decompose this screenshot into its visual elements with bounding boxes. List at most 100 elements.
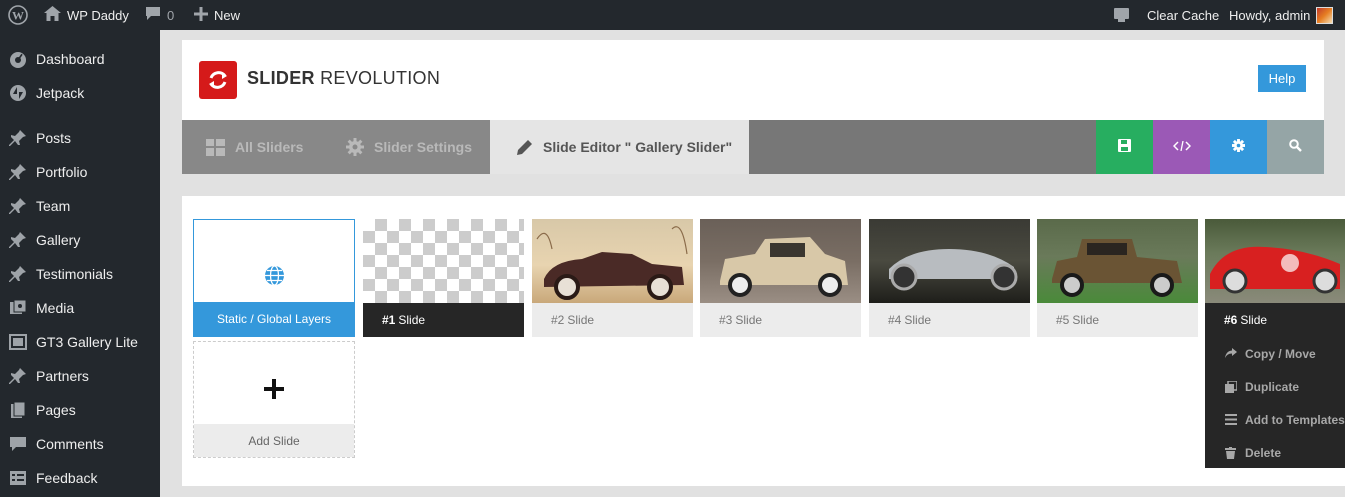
- pages-icon: [8, 400, 28, 420]
- tab-all-sliders[interactable]: All Sliders: [206, 120, 303, 174]
- delete-label: Delete: [1245, 445, 1282, 460]
- slide-3-card[interactable]: #3 Slide: [700, 219, 861, 337]
- site-name-link[interactable]: WP Daddy: [44, 0, 129, 30]
- slide-context-menu: Copy / Move Duplicate Add to Templates D…: [1205, 336, 1345, 468]
- clear-cache-icon[interactable]: [1113, 0, 1130, 30]
- tab-slider-settings[interactable]: Slider Settings: [346, 120, 472, 174]
- comment-bubble-icon: [145, 6, 161, 24]
- slide-1-card[interactable]: #1 Slide: [363, 219, 524, 337]
- slide-number: #5: [1056, 313, 1070, 327]
- pin-icon: [8, 230, 28, 250]
- code-icon: [1172, 140, 1191, 154]
- sidebar-item-posts[interactable]: Posts: [0, 121, 160, 155]
- slide-6-card[interactable]: #6 Slide: [1205, 219, 1345, 337]
- slider-revolution-logo-icon: [199, 61, 237, 99]
- plus-icon: [194, 6, 208, 24]
- preview-search-button[interactable]: [1267, 120, 1324, 174]
- admin-bar: W WP Daddy 0 New Clear Cache Howdy, admi…: [0, 0, 1345, 30]
- slide-2-card[interactable]: #2 Slide: [532, 219, 693, 337]
- new-content-link[interactable]: New: [194, 0, 240, 30]
- sidebar-item-label: Comments: [36, 436, 104, 452]
- site-name: WP Daddy: [67, 7, 129, 23]
- slide-number: #4: [888, 313, 902, 327]
- plus-icon: [264, 379, 284, 404]
- comments-icon: [8, 434, 28, 454]
- comments-link[interactable]: 0: [145, 0, 174, 30]
- duplicate-icon: [1225, 380, 1237, 393]
- save-button[interactable]: [1096, 120, 1153, 174]
- avatar: [1316, 6, 1334, 24]
- slider-revolution-header: SLIDER REVOLUTION Help: [182, 40, 1324, 120]
- slide-4-card[interactable]: #4 Slide: [869, 219, 1030, 337]
- sidebar-item-label: Gallery: [36, 232, 81, 248]
- sidebar-item-jetpack[interactable]: Jetpack: [0, 76, 160, 110]
- pin-icon: [8, 366, 28, 386]
- pin-icon: [8, 264, 28, 284]
- svg-text:W: W: [12, 9, 24, 23]
- slide-number: #1: [382, 313, 396, 327]
- tab-slider-settings-label: Slider Settings: [374, 139, 473, 155]
- sidebar-item-label: Dashboard: [36, 51, 105, 67]
- copy-move-label: Copy / Move: [1245, 346, 1316, 361]
- sidebar-item-testimonials[interactable]: Testimonials: [0, 257, 160, 291]
- share-arrow-icon: [1225, 348, 1237, 359]
- sidebar-item-label: Pages: [36, 402, 76, 418]
- wordpress-logo-icon[interactable]: W: [8, 0, 28, 30]
- slide-label: Slide: [567, 313, 595, 327]
- pin-icon: [8, 196, 28, 216]
- add-slide-card[interactable]: Add Slide: [193, 341, 355, 458]
- sidebar-item-team[interactable]: Team: [0, 189, 160, 223]
- tab-all-sliders-label: All Sliders: [235, 139, 304, 155]
- sidebar-item-label: Partners: [36, 368, 89, 384]
- pin-icon: [8, 162, 28, 182]
- slide-2-thumbnail: [532, 219, 693, 303]
- search-icon: [1289, 139, 1302, 155]
- page-title: SLIDER REVOLUTION: [247, 68, 440, 89]
- sidebar-item-label: Testimonials: [36, 266, 114, 282]
- sidebar-item-comments[interactable]: Comments: [0, 427, 160, 461]
- sidebar-item-label: GT3 Gallery Lite: [36, 334, 138, 350]
- duplicate-label: Duplicate: [1245, 379, 1300, 394]
- sidebar-item-media[interactable]: Media: [0, 291, 160, 325]
- clear-cache-label: Clear Cache: [1147, 7, 1220, 23]
- delete-menu-item[interactable]: Delete: [1205, 436, 1345, 469]
- slide-4-thumbnail: [869, 219, 1030, 303]
- sidebar-item-partners[interactable]: Partners: [0, 359, 160, 393]
- slide-6-caption: #6 Slide: [1205, 303, 1345, 337]
- comments-count: 0: [167, 7, 175, 23]
- add-to-templates-menu-item[interactable]: Add to Templates: [1205, 403, 1345, 436]
- gallery-icon: [8, 332, 28, 352]
- sidebar-item-label: Media: [36, 300, 75, 316]
- title-bold: SLIDER: [247, 68, 315, 88]
- tab-slide-editor[interactable]: Slide Editor " Gallery Slider": [490, 120, 749, 174]
- slide-label: Slide: [1072, 313, 1100, 327]
- sidebar-item-label: Team: [36, 198, 71, 214]
- slide-5-card[interactable]: #5 Slide: [1037, 219, 1198, 337]
- slide-3-caption: #3 Slide: [700, 303, 861, 337]
- slide-number: #2: [551, 313, 565, 327]
- sidebar-item-gallery[interactable]: Gallery: [0, 223, 160, 257]
- pin-icon: [8, 128, 28, 148]
- my-account-link[interactable]: Howdy, admin: [1229, 0, 1334, 30]
- cog-icon: [1232, 139, 1245, 155]
- sidebar-item-portfolio[interactable]: Portfolio: [0, 155, 160, 189]
- sidebar-item-feedback[interactable]: Feedback: [0, 461, 160, 495]
- duplicate-menu-item[interactable]: Duplicate: [1205, 370, 1345, 403]
- slider-settings-button[interactable]: [1210, 120, 1267, 174]
- help-button[interactable]: Help: [1258, 65, 1306, 92]
- sidebar-item-gt3-gallery-lite[interactable]: GT3 Gallery Lite: [0, 325, 160, 359]
- clear-cache-link[interactable]: Clear Cache: [1147, 0, 1219, 30]
- slide-label: Slide: [1240, 313, 1268, 327]
- sidebar-item-pages[interactable]: Pages: [0, 393, 160, 427]
- static-global-layers-card[interactable]: Static / Global Layers: [193, 219, 355, 337]
- copy-move-menu-item[interactable]: Copy / Move: [1205, 337, 1345, 370]
- embed-code-button[interactable]: [1153, 120, 1210, 174]
- tab-slide-editor-label: Slide Editor " Gallery Slider": [543, 139, 733, 155]
- title-light: REVOLUTION: [320, 68, 441, 88]
- pencil-icon: [516, 139, 533, 156]
- editor-tabs-bar: All Sliders Slider Settings Slide Editor…: [182, 120, 1324, 174]
- sidebar-item-dashboard[interactable]: Dashboard: [0, 42, 160, 76]
- slide-3-thumbnail: [700, 219, 861, 303]
- new-label: New: [214, 7, 241, 23]
- slide-label: Slide: [735, 313, 763, 327]
